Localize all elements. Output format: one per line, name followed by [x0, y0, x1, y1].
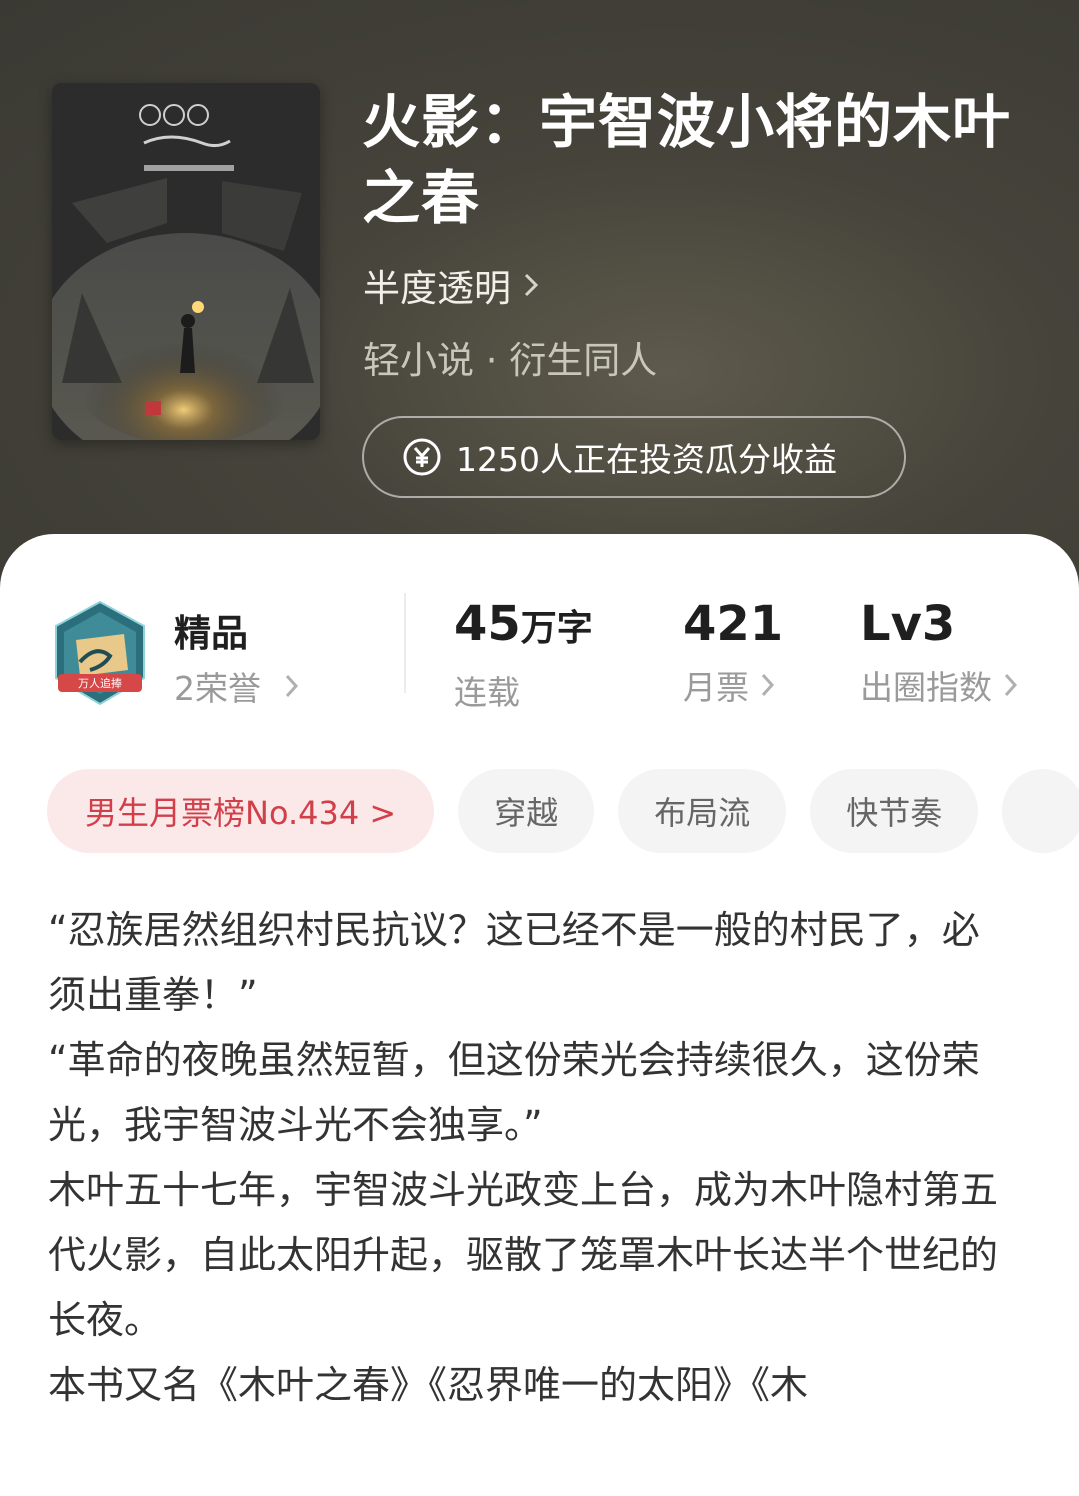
word-count-value: 45	[454, 596, 521, 652]
influence-level-value: Lv3	[860, 596, 956, 652]
chevron-right-icon	[524, 273, 539, 297]
tag-chip[interactable]: 布局流	[618, 769, 787, 853]
serial-status: 连载	[454, 673, 520, 712]
intro-paragraph: “革命的夜晚虽然短暂，但这份荣光会持续很久，这份荣光，我宇智波斗光不会独享。”	[48, 1038, 980, 1147]
influence-index-stat[interactable]: Lv3 出圈指数	[860, 595, 1018, 709]
book-intro[interactable]: “忍族居然组织村民抗议？这已经不是一般的村民了，必须出重拳！” “革命的夜晚虽然…	[48, 898, 1008, 1418]
monthly-ticket-stat[interactable]: 421 月票	[683, 595, 783, 709]
author-name: 半度透明	[363, 267, 511, 310]
tag-row: 男生月票榜No.434 > 穿越 布局流 快节奏	[47, 769, 1079, 853]
word-count-unit: 万字	[520, 608, 593, 649]
badge-text: 万人追捧	[78, 676, 122, 690]
invest-button[interactable]: 1250人正在投资瓜分收益	[362, 416, 906, 498]
intro-paragraph: “忍族居然组织村民抗议？这已经不是一般的村民了，必须出重拳！”	[48, 908, 980, 1017]
chevron-right-icon	[1004, 673, 1018, 697]
intro-fade-overlay	[0, 1410, 1079, 1496]
quality-label: 精品	[174, 612, 248, 655]
honor-link[interactable]: 2荣誉	[174, 662, 299, 710]
cover-art	[52, 83, 320, 440]
rank-tag[interactable]: 男生月票榜No.434 >	[47, 769, 435, 853]
stats-divider	[404, 593, 406, 693]
word-count-stat: 45万字 连载	[454, 595, 593, 714]
yuan-coin-icon	[403, 438, 441, 476]
book-title: 火影：宇智波小将的木叶之春	[362, 88, 1012, 232]
intro-paragraph: 木叶五十七年，宇智波斗光政变上台，成为木叶隐村第五代火影，自此太阳升起，驱散了笼…	[48, 1168, 999, 1342]
intro-paragraph: 本书又名《木叶之春》《忍界唯一的太阳》《木	[48, 1363, 809, 1407]
book-genre: 轻小说 · 衍生同人	[363, 339, 658, 382]
monthly-ticket-value: 421	[683, 596, 784, 652]
chevron-right-icon	[285, 674, 299, 698]
book-cover[interactable]	[52, 83, 320, 440]
influence-index-label: 出圈指数	[860, 668, 992, 707]
monthly-ticket-label: 月票	[683, 668, 749, 707]
chevron-right-icon	[761, 673, 775, 697]
tag-chip[interactable]: 穿越	[458, 769, 595, 853]
invest-text: 1250人正在投资瓜分收益	[456, 440, 837, 479]
author-link[interactable]: 半度透明	[363, 258, 539, 312]
tag-chip-partial[interactable]	[1002, 769, 1079, 853]
fame-badge-icon[interactable]: 万人追捧	[50, 600, 150, 708]
honor-label: 2荣誉	[174, 669, 261, 708]
tag-chip[interactable]: 快节奏	[810, 769, 979, 853]
